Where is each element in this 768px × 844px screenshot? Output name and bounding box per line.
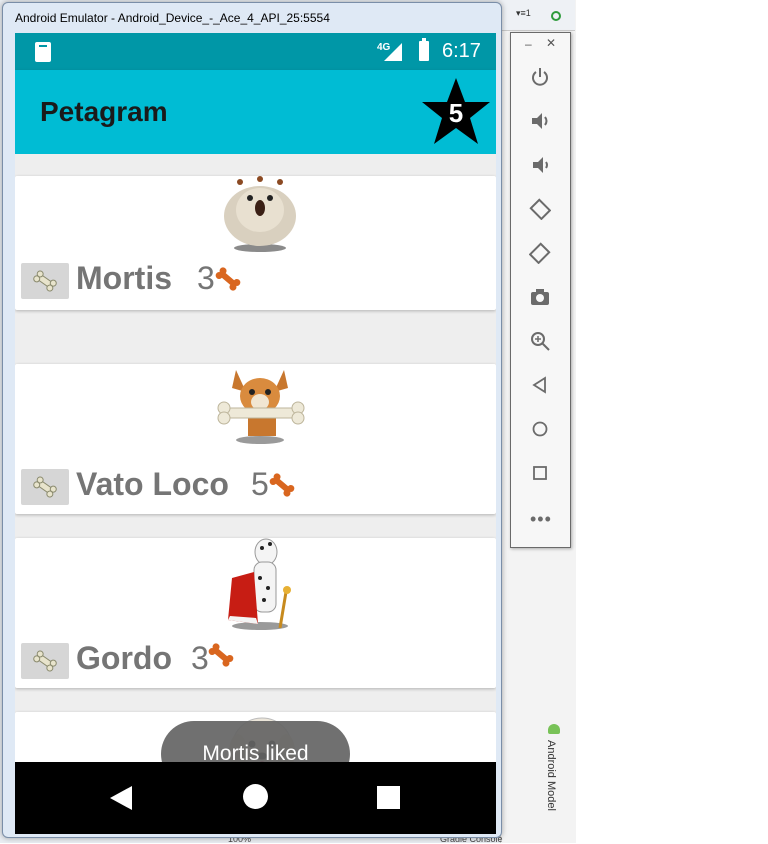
android-model-tab[interactable]: Android Model	[545, 740, 557, 811]
pet-name: Vato Loco	[76, 466, 229, 502]
more-icon[interactable]: •••	[530, 509, 552, 530]
pet-likes-count: 3	[197, 260, 215, 296]
toast-message: Mortis liked	[161, 721, 350, 762]
bone-icon	[33, 476, 57, 498]
emulator-window: Android Emulator - Android_Device_-_Ace_…	[2, 2, 502, 838]
pet-name: Mortis	[76, 260, 172, 296]
close-icon[interactable]: ✕	[546, 36, 556, 50]
sd-card-icon	[35, 42, 51, 62]
favorites-star-button[interactable]: 5	[420, 76, 492, 148]
back-icon[interactable]	[110, 786, 132, 810]
app-title: Petagram	[40, 96, 168, 127]
like-button[interactable]	[21, 263, 69, 299]
pet-card: Mortis 3	[15, 176, 496, 310]
power-icon[interactable]	[529, 66, 551, 88]
bone-rating-icon	[269, 473, 295, 497]
rotate-left-icon[interactable]	[529, 198, 552, 221]
status-bar: 4G 6:17	[15, 33, 496, 70]
favorites-count: 5	[448, 98, 464, 128]
like-button[interactable]	[21, 643, 69, 679]
volume-down-icon[interactable]	[529, 154, 551, 176]
bone-rating-icon	[208, 643, 234, 667]
signal-icon	[384, 43, 402, 61]
volume-up-icon[interactable]	[529, 110, 551, 132]
home-icon[interactable]	[243, 784, 268, 809]
pet-name: Gordo	[76, 640, 172, 676]
like-button[interactable]	[21, 469, 69, 505]
camera-icon[interactable]	[529, 286, 551, 308]
ide-sync-icon[interactable]	[551, 11, 561, 21]
app-bar: Petagram 5	[15, 70, 496, 154]
window-title: Android Emulator - Android_Device_-_Ace_…	[15, 11, 330, 25]
nav-bar	[15, 762, 496, 834]
ide-right-toolbar	[500, 0, 575, 31]
emulator-toolbar: – ✕ •••	[510, 32, 571, 548]
pet-card: Gordo 3	[15, 538, 496, 688]
pet-list[interactable]: Mortis 3 Vato Loco 5 Gordo 3 Mortis like…	[15, 154, 496, 762]
chihuahua-bone-icon	[217, 370, 305, 444]
shaggy-dog-icon	[224, 176, 296, 252]
bone-icon	[33, 650, 57, 672]
dalmatian-king-icon	[228, 538, 291, 630]
status-time: 6:17	[442, 40, 481, 62]
minimize-icon[interactable]: –	[525, 37, 532, 51]
pet-likes-count: 5	[251, 466, 269, 502]
recents-icon[interactable]	[377, 786, 400, 809]
rotate-right-icon[interactable]	[528, 242, 551, 265]
bone-rating-icon	[215, 267, 241, 291]
overview-outline-icon[interactable]	[529, 462, 551, 484]
battery-icon	[419, 38, 429, 61]
home-outline-icon[interactable]	[529, 418, 551, 440]
bone-icon	[33, 270, 57, 292]
zoom-icon[interactable]	[529, 330, 551, 352]
pet-card: Vato Loco 5	[15, 364, 496, 514]
ide-menu-icon[interactable]: ▾≡1	[516, 8, 531, 19]
android-icon	[548, 724, 560, 734]
device-screen: 4G 6:17 Petagram 5 Mortis 3 Vato Loco 5 …	[15, 33, 496, 834]
back-outline-icon[interactable]	[529, 374, 551, 396]
pet-likes-count: 3	[191, 640, 209, 676]
